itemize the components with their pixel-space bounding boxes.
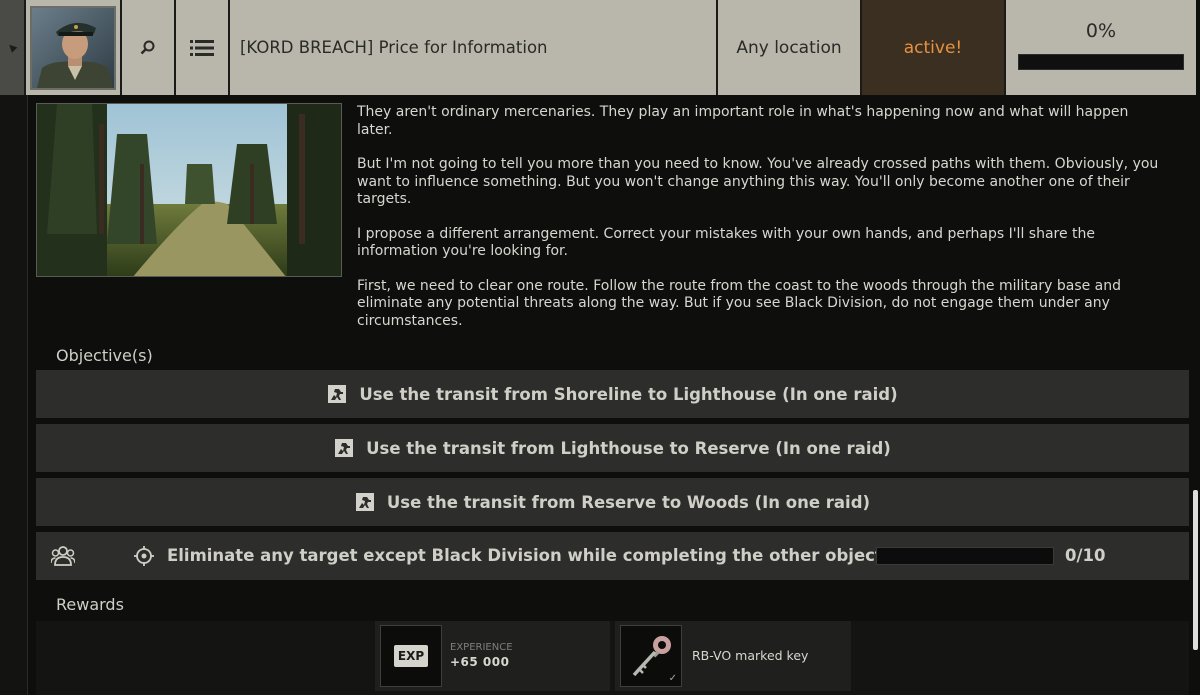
collapse-arrow-icon: ◀ xyxy=(5,40,19,55)
quest-image xyxy=(36,103,342,277)
exp-icon: EXP xyxy=(394,645,428,667)
quest-title: [KORD BREACH] Price for Information xyxy=(230,0,718,95)
description-paragraph: But I'm not going to tell you more than … xyxy=(357,156,1159,207)
objective-row[interactable]: Use the transit from Reserve to Woods (I… xyxy=(36,478,1189,526)
objective-text: Use the transit from Reserve to Woods (I… xyxy=(386,492,871,512)
objective-text: Use the transit from Lighthouse to Reser… xyxy=(366,438,891,458)
elimination-count: 0/10 xyxy=(1065,546,1106,565)
search-icon xyxy=(140,40,155,54)
left-rail xyxy=(0,95,28,695)
list-view-button[interactable] xyxy=(176,0,230,95)
objective-row[interactable]: Use the transit from Shoreline to Lighth… xyxy=(36,370,1189,418)
objective-text: Use the transit from Shoreline to Lighth… xyxy=(359,384,898,404)
experience-label: EXPERIENCE xyxy=(450,642,513,653)
rewards-label: Rewards xyxy=(56,595,124,614)
trader-avatar xyxy=(30,5,116,90)
experience-tile: EXP xyxy=(380,625,442,687)
quest-status: active! xyxy=(862,0,1006,95)
scrollbar[interactable] xyxy=(1193,490,1198,650)
objectives-label: Objective(s) xyxy=(56,346,153,365)
rewards-strip xyxy=(36,621,1189,695)
progress-bar xyxy=(1018,54,1184,70)
crosshair-icon xyxy=(134,546,154,566)
transit-icon xyxy=(328,385,347,403)
list-icon xyxy=(190,39,214,56)
checkmark-icon: ✓ xyxy=(668,673,677,684)
description-paragraph: First, we need to clear one route. Follo… xyxy=(357,277,1122,329)
item-name: RB-VO marked key xyxy=(692,648,809,663)
elimination-text: Eliminate any target except Black Divisi… xyxy=(167,546,921,565)
experience-value: +65 000 xyxy=(450,655,510,669)
search-button[interactable] xyxy=(122,0,176,95)
progress-percent: 0% xyxy=(1085,20,1117,42)
team-icon xyxy=(51,546,75,566)
experience-reward[interactable]: EXP EXPERIENCE +65 000 xyxy=(375,621,610,691)
elimination-objective-row[interactable]: Eliminate any target except Black Divisi… xyxy=(36,532,1189,580)
quest-location: Any location xyxy=(718,0,862,95)
quest-details-screen: ◀ [KORD BREACH] Price for Information An… xyxy=(0,0,1200,695)
item-reward[interactable]: ✓ RB-VO marked key xyxy=(615,621,851,691)
description-paragraph: I propose a different arrangement. Corre… xyxy=(357,225,1096,260)
quest-description: They aren't ordinary mercenaries. They p… xyxy=(357,104,1167,347)
quest-progress: 0% xyxy=(1006,0,1196,95)
objective-row[interactable]: Use the transit from Lighthouse to Reser… xyxy=(36,424,1189,472)
elimination-progress-bar xyxy=(876,547,1054,565)
item-tile[interactable]: ✓ xyxy=(620,625,682,687)
transit-icon xyxy=(335,439,354,457)
quest-header: ◀ [KORD BREACH] Price for Information An… xyxy=(0,0,1200,95)
transit-icon xyxy=(355,493,374,511)
collapse-button[interactable]: ◀ xyxy=(0,0,26,95)
trader-avatar-cell xyxy=(26,0,122,95)
description-paragraph: They aren't ordinary mercenaries. They p… xyxy=(357,104,1129,138)
